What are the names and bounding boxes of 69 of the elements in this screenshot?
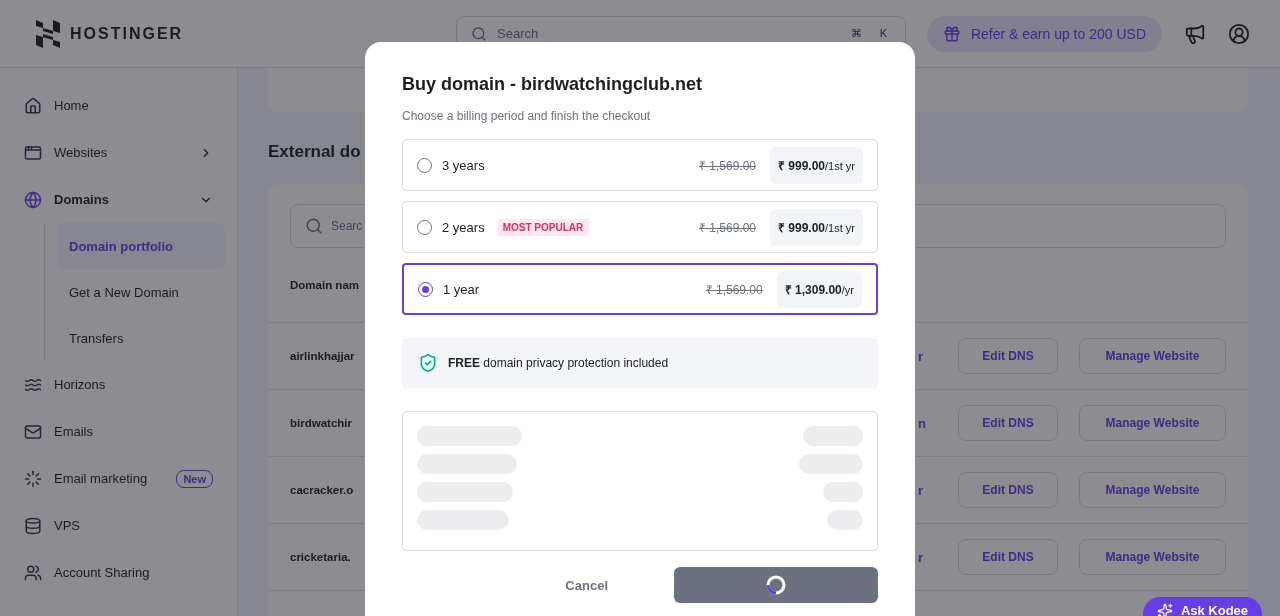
period-label: 2 years xyxy=(442,219,485,235)
sidebar-item[interactable]: Websites xyxy=(12,129,225,176)
section-heading: External do xyxy=(268,142,362,162)
nav-icon xyxy=(24,422,42,441)
manage-website-button[interactable]: Manage Website xyxy=(1079,539,1226,575)
privacy-text: FREE domain privacy protection included xyxy=(448,356,669,370)
sidebar-item[interactable]: Domains xyxy=(12,176,225,223)
logo-icon xyxy=(36,19,60,48)
domain-cell: birdwatchir xyxy=(290,417,352,429)
table-cell-text: r xyxy=(918,348,925,364)
nav-icon xyxy=(24,96,42,115)
period-label: 1 year xyxy=(443,281,480,297)
gift-icon xyxy=(942,24,961,43)
table-cell-text: n xyxy=(918,415,927,431)
domain-cell: cricketaria. xyxy=(290,551,351,563)
shield-check-icon xyxy=(418,353,438,373)
nav-icon xyxy=(24,516,42,535)
nav-icon xyxy=(24,563,42,582)
sidebar-item[interactable]: Horizons xyxy=(12,361,225,408)
edit-dns-button[interactable]: Edit DNS xyxy=(958,338,1058,374)
manage-website-button[interactable]: Manage Website xyxy=(1079,338,1226,374)
search-icon xyxy=(305,217,323,235)
new-badge: New xyxy=(176,469,213,488)
account-button[interactable] xyxy=(1228,22,1250,45)
billing-option[interactable]: 2 years MOST POPULAR ₹ 1,569.00 ₹ 999.00/1st yr xyxy=(402,201,878,253)
sparkle-icon xyxy=(1156,603,1173,616)
price-tag: ₹ 1,309.00/yr xyxy=(776,270,862,308)
loading-spinner-icon xyxy=(765,574,787,596)
old-price: ₹ 1,569.00 xyxy=(705,281,763,298)
cancel-button[interactable]: Cancel xyxy=(559,576,614,594)
billing-option[interactable]: 3 years ₹ 1,569.00 ₹ 999.00/1st yr xyxy=(402,139,878,191)
domain-cell: cacracker.o xyxy=(290,484,354,496)
manage-website-button[interactable]: Manage Website xyxy=(1079,472,1226,508)
megaphone-button[interactable] xyxy=(1184,22,1206,45)
sidebar-item[interactable]: Email marketing New xyxy=(12,455,225,502)
brand-name: HOSTINGER xyxy=(70,24,184,43)
sidebar-item[interactable]: Home xyxy=(12,82,225,129)
edit-dns-button[interactable]: Edit DNS xyxy=(958,472,1058,508)
refer-button[interactable]: Refer & earn up to 200 USD xyxy=(926,15,1162,52)
price-tag: ₹ 999.00/1st yr xyxy=(770,208,863,246)
sidebar-subitem[interactable]: Transfers xyxy=(57,315,225,361)
sidebar-subitem[interactable]: Get a New Domain xyxy=(57,269,225,315)
ask-kodee-button[interactable]: Ask Kodee xyxy=(1143,597,1262,616)
column-header: Domain nam xyxy=(290,279,359,291)
nav-icon xyxy=(24,190,42,209)
popular-badge: MOST POPULAR xyxy=(496,218,590,236)
table-cell-text: r xyxy=(918,549,925,565)
price-tag: ₹ 999.00/1st yr xyxy=(770,146,863,184)
modal-title: Buy domain - birdwatchingclub.net xyxy=(402,74,703,95)
edit-dns-button[interactable]: Edit DNS xyxy=(958,405,1058,441)
shortcut-key: K xyxy=(875,27,891,40)
domain-cell: airlinkhajjar xyxy=(290,350,355,362)
nav-icon xyxy=(24,143,42,162)
table-cell-text: r xyxy=(918,482,925,498)
old-price: ₹ 1,569.00 xyxy=(698,157,756,174)
submit-button[interactable] xyxy=(674,567,878,603)
edit-dns-button[interactable]: Edit DNS xyxy=(958,539,1058,575)
sidebar-subitem[interactable]: Domain portfolio xyxy=(57,223,225,269)
billing-option[interactable]: 1 year ₹ 1,569.00 ₹ 1,309.00/yr xyxy=(402,263,878,315)
sidebar-item[interactable]: Account Sharing xyxy=(12,549,225,596)
manage-website-button[interactable]: Manage Website xyxy=(1079,405,1226,441)
sidebar-item[interactable]: Emails xyxy=(12,408,225,455)
search-icon xyxy=(471,25,487,42)
modal-subtitle: Choose a billing period and finish the checkout xyxy=(402,109,652,123)
old-price: ₹ 1,569.00 xyxy=(698,219,756,236)
period-label: 3 years xyxy=(442,157,485,173)
nav-icon xyxy=(24,469,42,488)
shortcut-key: ⌘ xyxy=(846,27,866,40)
sidebar-item[interactable]: VPS xyxy=(12,502,225,549)
